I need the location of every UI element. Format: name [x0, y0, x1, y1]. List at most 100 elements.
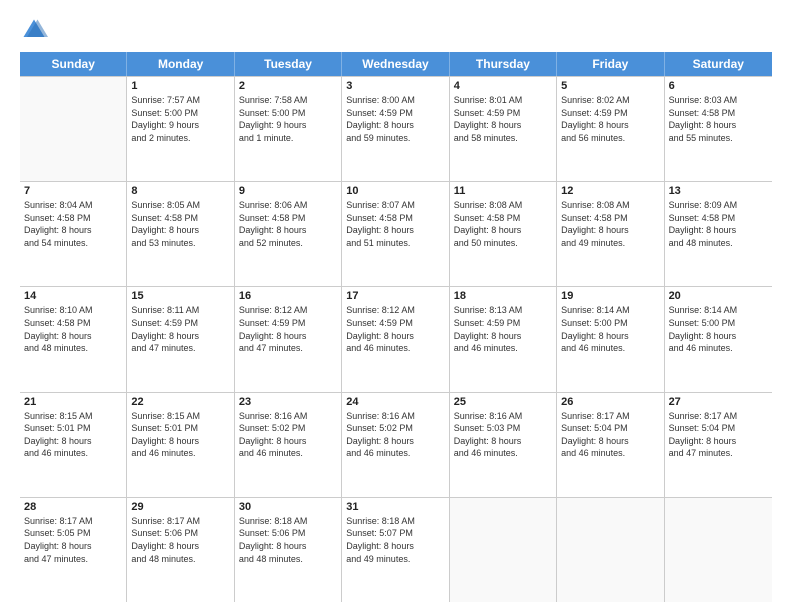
calendar-cell: 12 Sunrise: 8:08 AM Sunset: 4:58 PM Dayli…: [557, 182, 664, 286]
day-number: 1: [131, 80, 229, 92]
day-number: 8: [131, 185, 229, 197]
day-number: 28: [24, 501, 122, 513]
calendar-cell: 4 Sunrise: 8:01 AM Sunset: 4:59 PM Daylig…: [450, 77, 557, 181]
day-number: 9: [239, 185, 337, 197]
calendar-cell: 28Sunrise: 8:17 AM Sunset: 5:05 PM Dayli…: [20, 498, 127, 602]
day-info: Sunrise: 8:12 AM Sunset: 4:59 PM Dayligh…: [239, 304, 337, 354]
calendar-cell: [557, 498, 664, 602]
calendar-cell: 23 Sunrise: 8:16 AM Sunset: 5:02 PM Dayli…: [235, 393, 342, 497]
calendar-cell: 29Sunrise: 8:17 AM Sunset: 5:06 PM Dayli…: [127, 498, 234, 602]
day-info: Sunrise: 8:08 AM Sunset: 4:58 PM Dayligh…: [561, 199, 659, 249]
calendar-cell: 5 Sunrise: 8:02 AM Sunset: 4:59 PM Daylig…: [557, 77, 664, 181]
calendar-cell: 2Sunrise: 7:58 AM Sunset: 5:00 PM Daylig…: [235, 77, 342, 181]
day-number: 15: [131, 290, 229, 302]
calendar-cell: 31 Sunrise: 8:18 AM Sunset: 5:07 PM Dayli…: [342, 498, 449, 602]
day-number: 21: [24, 396, 122, 408]
calendar-cell: 7 Sunrise: 8:04 AM Sunset: 4:58 PM Daylig…: [20, 182, 127, 286]
day-info: Sunrise: 8:03 AM Sunset: 4:58 PM Dayligh…: [669, 94, 768, 144]
calendar-cell: 13Sunrise: 8:09 AM Sunset: 4:58 PM Dayli…: [665, 182, 772, 286]
calendar-cell: 25 Sunrise: 8:16 AM Sunset: 5:03 PM Dayli…: [450, 393, 557, 497]
day-number: 3: [346, 80, 444, 92]
day-info: Sunrise: 8:18 AM Sunset: 5:07 PM Dayligh…: [346, 515, 444, 565]
calendar-cell: 10Sunrise: 8:07 AM Sunset: 4:58 PM Dayli…: [342, 182, 449, 286]
calendar-cell: 20 Sunrise: 8:14 AM Sunset: 5:00 PM Dayli…: [665, 287, 772, 391]
day-number: 25: [454, 396, 552, 408]
day-number: 6: [669, 80, 768, 92]
header-day-saturday: Saturday: [665, 52, 772, 76]
day-number: 14: [24, 290, 122, 302]
calendar-cell: 19 Sunrise: 8:14 AM Sunset: 5:00 PM Dayli…: [557, 287, 664, 391]
calendar-cell: 1 Sunrise: 7:57 AM Sunset: 5:00 PM Daylig…: [127, 77, 234, 181]
day-info: Sunrise: 8:17 AM Sunset: 5:04 PM Dayligh…: [669, 410, 768, 460]
day-info: Sunrise: 8:15 AM Sunset: 5:01 PM Dayligh…: [24, 410, 122, 460]
logo: [20, 16, 52, 44]
day-number: 23: [239, 396, 337, 408]
day-number: 30: [239, 501, 337, 513]
calendar-cell: 15Sunrise: 8:11 AM Sunset: 4:59 PM Dayli…: [127, 287, 234, 391]
day-number: 27: [669, 396, 768, 408]
calendar-cell: [450, 498, 557, 602]
day-info: Sunrise: 8:16 AM Sunset: 5:02 PM Dayligh…: [346, 410, 444, 460]
day-number: 16: [239, 290, 337, 302]
day-info: Sunrise: 8:05 AM Sunset: 4:58 PM Dayligh…: [131, 199, 229, 249]
day-info: Sunrise: 8:01 AM Sunset: 4:59 PM Dayligh…: [454, 94, 552, 144]
logo-icon: [20, 16, 48, 44]
day-info: Sunrise: 8:02 AM Sunset: 4:59 PM Dayligh…: [561, 94, 659, 144]
day-number: 7: [24, 185, 122, 197]
calendar-week-4: 21 Sunrise: 8:15 AM Sunset: 5:01 PM Dayli…: [20, 393, 772, 498]
calendar-cell: 6 Sunrise: 8:03 AM Sunset: 4:58 PM Daylig…: [665, 77, 772, 181]
day-info: Sunrise: 7:58 AM Sunset: 5:00 PM Dayligh…: [239, 94, 337, 144]
day-number: 29: [131, 501, 229, 513]
calendar-cell: [20, 77, 127, 181]
calendar-body: 1 Sunrise: 7:57 AM Sunset: 5:00 PM Daylig…: [20, 76, 772, 602]
day-number: 5: [561, 80, 659, 92]
header-day-sunday: Sunday: [20, 52, 127, 76]
calendar-cell: 16 Sunrise: 8:12 AM Sunset: 4:59 PM Dayli…: [235, 287, 342, 391]
page: SundayMondayTuesdayWednesdayThursdayFrid…: [0, 0, 792, 612]
day-number: 31: [346, 501, 444, 513]
day-info: Sunrise: 8:10 AM Sunset: 4:58 PM Dayligh…: [24, 304, 122, 354]
calendar-cell: 18 Sunrise: 8:13 AM Sunset: 4:59 PM Dayli…: [450, 287, 557, 391]
header-day-friday: Friday: [557, 52, 664, 76]
day-info: Sunrise: 8:09 AM Sunset: 4:58 PM Dayligh…: [669, 199, 768, 249]
day-info: Sunrise: 8:16 AM Sunset: 5:02 PM Dayligh…: [239, 410, 337, 460]
header-day-tuesday: Tuesday: [235, 52, 342, 76]
day-info: Sunrise: 8:14 AM Sunset: 5:00 PM Dayligh…: [669, 304, 768, 354]
day-info: Sunrise: 8:08 AM Sunset: 4:58 PM Dayligh…: [454, 199, 552, 249]
day-number: 26: [561, 396, 659, 408]
calendar-cell: 9Sunrise: 8:06 AM Sunset: 4:58 PM Daylig…: [235, 182, 342, 286]
calendar-week-1: 1 Sunrise: 7:57 AM Sunset: 5:00 PM Daylig…: [20, 76, 772, 182]
day-number: 12: [561, 185, 659, 197]
calendar-cell: 21 Sunrise: 8:15 AM Sunset: 5:01 PM Dayli…: [20, 393, 127, 497]
calendar-cell: 22 Sunrise: 8:15 AM Sunset: 5:01 PM Dayli…: [127, 393, 234, 497]
day-number: 18: [454, 290, 552, 302]
day-number: 11: [454, 185, 552, 197]
calendar-header: SundayMondayTuesdayWednesdayThursdayFrid…: [20, 52, 772, 76]
day-number: 17: [346, 290, 444, 302]
calendar: SundayMondayTuesdayWednesdayThursdayFrid…: [20, 52, 772, 602]
calendar-cell: 3Sunrise: 8:00 AM Sunset: 4:59 PM Daylig…: [342, 77, 449, 181]
day-info: Sunrise: 8:17 AM Sunset: 5:04 PM Dayligh…: [561, 410, 659, 460]
day-number: 20: [669, 290, 768, 302]
calendar-week-2: 7 Sunrise: 8:04 AM Sunset: 4:58 PM Daylig…: [20, 182, 772, 287]
day-number: 4: [454, 80, 552, 92]
day-info: Sunrise: 8:18 AM Sunset: 5:06 PM Dayligh…: [239, 515, 337, 565]
day-info: Sunrise: 8:15 AM Sunset: 5:01 PM Dayligh…: [131, 410, 229, 460]
day-info: Sunrise: 7:57 AM Sunset: 5:00 PM Dayligh…: [131, 94, 229, 144]
day-number: 24: [346, 396, 444, 408]
day-number: 19: [561, 290, 659, 302]
header-day-monday: Monday: [127, 52, 234, 76]
calendar-week-5: 28Sunrise: 8:17 AM Sunset: 5:05 PM Dayli…: [20, 498, 772, 602]
day-info: Sunrise: 8:07 AM Sunset: 4:58 PM Dayligh…: [346, 199, 444, 249]
calendar-cell: 14 Sunrise: 8:10 AM Sunset: 4:58 PM Dayli…: [20, 287, 127, 391]
day-info: Sunrise: 8:16 AM Sunset: 5:03 PM Dayligh…: [454, 410, 552, 460]
day-info: Sunrise: 8:14 AM Sunset: 5:00 PM Dayligh…: [561, 304, 659, 354]
day-info: Sunrise: 8:04 AM Sunset: 4:58 PM Dayligh…: [24, 199, 122, 249]
calendar-cell: 11 Sunrise: 8:08 AM Sunset: 4:58 PM Dayli…: [450, 182, 557, 286]
day-info: Sunrise: 8:13 AM Sunset: 4:59 PM Dayligh…: [454, 304, 552, 354]
calendar-cell: 8 Sunrise: 8:05 AM Sunset: 4:58 PM Daylig…: [127, 182, 234, 286]
calendar-week-3: 14 Sunrise: 8:10 AM Sunset: 4:58 PM Dayli…: [20, 287, 772, 392]
day-number: 22: [131, 396, 229, 408]
header-day-thursday: Thursday: [450, 52, 557, 76]
calendar-cell: 27 Sunrise: 8:17 AM Sunset: 5:04 PM Dayli…: [665, 393, 772, 497]
